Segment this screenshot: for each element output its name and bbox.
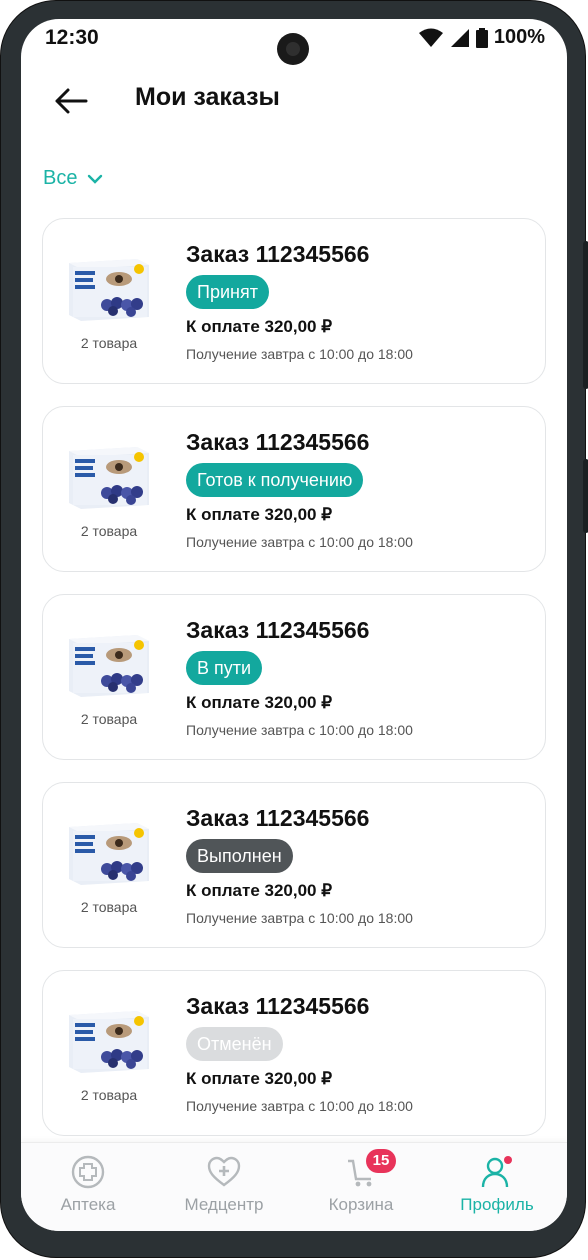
delivery-time: Получение завтра с 10:00 до 18:00 <box>186 722 413 738</box>
power-button <box>583 459 588 533</box>
tab-cart[interactable]: 15 Корзина <box>301 1149 421 1215</box>
pharmacy-cross-icon <box>71 1155 105 1189</box>
order-amount: К оплате 320,00 ₽ <box>186 693 333 712</box>
back-button[interactable] <box>53 83 93 119</box>
filter-dropdown[interactable]: Все <box>43 167 103 190</box>
cart-count-badge: 15 <box>366 1149 396 1173</box>
items-count: 2 товара <box>80 899 138 915</box>
tab-pharmacy[interactable]: Аптека <box>28 1155 148 1215</box>
order-amount: К оплате 320,00 ₽ <box>186 1069 333 1088</box>
status-badge: В пути <box>186 651 263 685</box>
order-card[interactable]: 2 товара Заказ 112345566 В пути К оплате… <box>42 594 546 760</box>
product-image <box>67 257 151 321</box>
order-amount: К оплате 320,00 ₽ <box>186 505 333 524</box>
status-badge: Выполнен <box>186 839 293 873</box>
screen: 12:30 100% Мои заказы Все 2 товара Заказ… <box>21 19 567 1231</box>
tab-label: Корзина <box>328 1195 394 1214</box>
delivery-time: Получение завтра с 10:00 до 18:00 <box>186 534 413 550</box>
header: Мои заказы <box>21 75 567 125</box>
items-count: 2 товара <box>80 711 138 727</box>
order-card[interactable]: 2 товара Заказ 112345566 Готов к получен… <box>42 406 546 572</box>
profile-icon <box>480 1155 514 1189</box>
filter-label: Все <box>43 167 78 189</box>
order-title: Заказ 112345566 <box>186 617 370 643</box>
tab-label: Аптека <box>60 1195 116 1214</box>
volume-button <box>583 241 588 389</box>
orders-list: 2 товара Заказ 112345566 Принят К оплате… <box>42 218 546 1158</box>
items-count: 2 товара <box>80 335 138 351</box>
cart-icon: 15 <box>344 1149 396 1189</box>
status-badge: Готов к получению <box>186 463 364 497</box>
page-title: Мои заказы <box>135 83 280 111</box>
phone-frame: 12:30 100% Мои заказы Все 2 товара Заказ… <box>0 0 588 1258</box>
tab-label: Профиль <box>460 1195 534 1214</box>
tab-medcenter[interactable]: Медцентр <box>164 1155 284 1215</box>
status-badge: Принят <box>186 275 269 309</box>
order-amount: К оплате 320,00 ₽ <box>186 317 333 336</box>
product-image <box>67 821 151 885</box>
status-time: 12:30 <box>45 26 99 49</box>
items-count: 2 товара <box>80 523 138 539</box>
tab-profile[interactable]: Профиль <box>437 1155 557 1215</box>
order-card[interactable]: 2 товара Заказ 112345566 Выполнен К опла… <box>42 782 546 948</box>
camera-icon <box>277 33 309 65</box>
order-amount: К оплате 320,00 ₽ <box>186 881 333 900</box>
bottom-tab-bar: Аптека Медцентр 15 Корзина Профиль <box>21 1142 567 1231</box>
product-image <box>67 1009 151 1073</box>
order-title: Заказ 112345566 <box>186 429 370 455</box>
status-right: 100% <box>418 26 545 49</box>
signal-icon <box>450 28 469 47</box>
order-title: Заказ 112345566 <box>186 805 370 831</box>
battery-icon <box>475 27 488 48</box>
tab-label: Медцентр <box>184 1195 264 1214</box>
chevron-down-icon <box>88 174 103 184</box>
delivery-time: Получение завтра с 10:00 до 18:00 <box>186 1098 413 1114</box>
order-title: Заказ 112345566 <box>186 241 370 267</box>
order-title: Заказ 112345566 <box>186 993 370 1019</box>
product-image <box>67 633 151 697</box>
product-image <box>67 445 151 509</box>
order-card[interactable]: 2 товара Заказ 112345566 Отменён К оплат… <box>42 970 546 1136</box>
order-card[interactable]: 2 товара Заказ 112345566 Принят К оплате… <box>42 218 546 384</box>
wifi-icon <box>418 28 443 47</box>
heart-plus-icon <box>207 1155 241 1189</box>
delivery-time: Получение завтра с 10:00 до 18:00 <box>186 910 413 926</box>
status-badge: Отменён <box>186 1027 283 1061</box>
battery-percent: 100% <box>493 26 545 48</box>
delivery-time: Получение завтра с 10:00 до 18:00 <box>186 346 413 362</box>
items-count: 2 товара <box>80 1087 138 1103</box>
arrow-left-icon <box>55 88 88 114</box>
